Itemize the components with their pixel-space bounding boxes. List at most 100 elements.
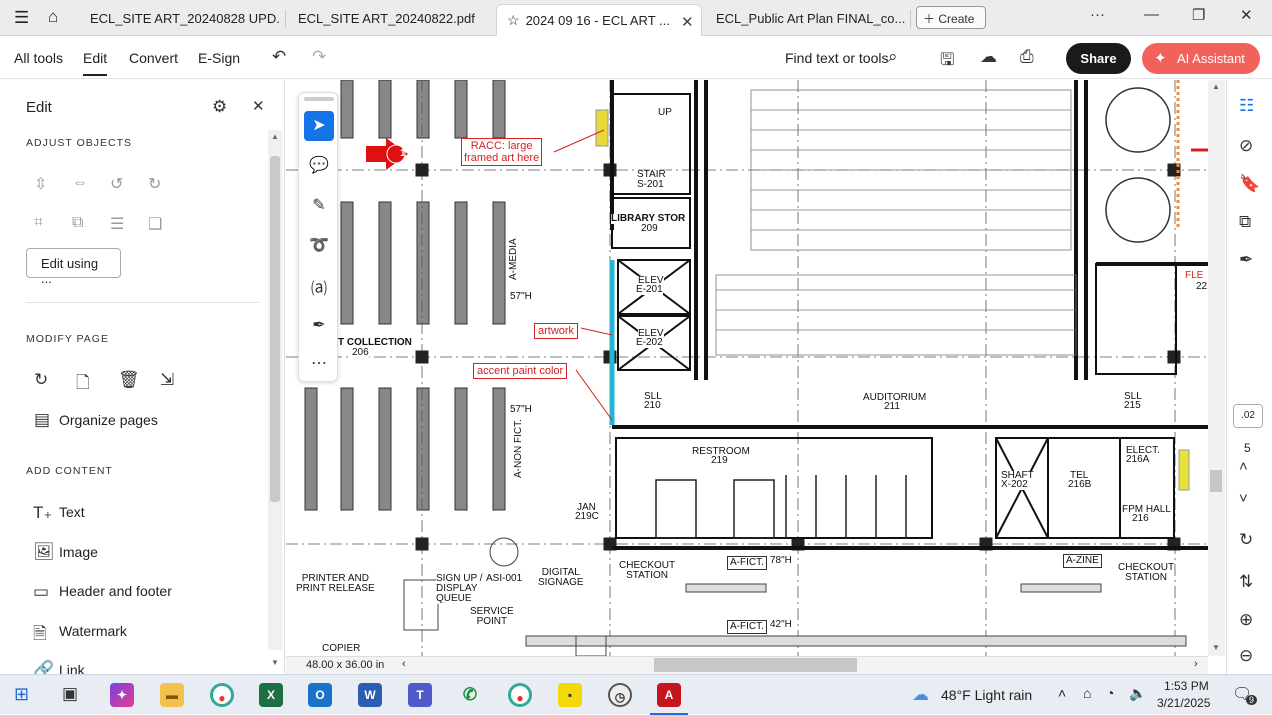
extract-page-icon[interactable]: ⇲ — [160, 370, 174, 390]
share-button[interactable]: Share — [1066, 43, 1131, 74]
select-tool-icon[interactable]: ➤ — [304, 111, 334, 141]
tab-2024-09-16-ecl-art[interactable]: ☆ 2024 09 16 - ECL ART ... ✕ — [496, 4, 702, 36]
acrobat-icon[interactable]: A — [657, 683, 681, 707]
page-down-icon[interactable]: ˅ — [1239, 490, 1248, 507]
draw-freehand-icon[interactable]: ➰ — [308, 235, 330, 257]
scroll-left-arrow-icon[interactable]: ‹ — [402, 658, 406, 670]
file-explorer-icon[interactable]: ▬ — [160, 683, 184, 707]
align-objects-icon[interactable]: ☰ — [110, 214, 124, 234]
minimize-icon[interactable]: — — [1144, 6, 1159, 23]
link-panel-icon[interactable]: ⊘ — [1239, 136, 1253, 156]
organize-pages-icon[interactable]: ▤ — [34, 410, 50, 430]
windows-start-icon[interactable]: ⊞ — [14, 684, 29, 705]
task-view-icon[interactable]: ▣ — [62, 684, 78, 704]
phone-icon[interactable]: ✆ — [458, 683, 482, 707]
volume-icon[interactable]: 🔈 — [1129, 685, 1146, 702]
flip-horizontal-icon[interactable]: ⇔ — [72, 174, 88, 192]
search-icon[interactable]: ⌕ — [888, 47, 898, 67]
watermark-item[interactable]: Watermark — [59, 623, 127, 639]
more-tools-icon[interactable]: ⋯ — [308, 353, 330, 375]
highlight-pen-icon[interactable]: ✎ — [308, 195, 330, 217]
artwork-annotation[interactable]: artwork — [534, 323, 579, 339]
edit-using-dropdown[interactable]: Edit using ... — [26, 248, 121, 286]
edit-menu[interactable]: Edit — [83, 50, 108, 76]
scroll-down-arrow-icon[interactable]: ▼ — [271, 658, 279, 667]
fill-sign-panel-icon[interactable]: ✒ — [1239, 250, 1253, 270]
accent-paint-annotation[interactable]: accent paint color — [473, 363, 568, 379]
wifi-icon[interactable]: ◔ — [1106, 685, 1114, 701]
horizontal-scroll-thumb[interactable] — [654, 658, 857, 672]
more-options-icon[interactable]: ··· — [1090, 6, 1105, 23]
chrome-profile-icon[interactable]: ● — [508, 683, 532, 707]
comment-icon[interactable]: 💬 — [308, 155, 330, 177]
add-text-icon[interactable]: T₊ — [33, 503, 52, 523]
scroll-right-arrow-icon[interactable]: › — [1194, 658, 1198, 670]
find-text-or-tools[interactable]: Find text or tools — [785, 50, 889, 66]
weather-cloud-icon[interactable]: ☁ — [912, 685, 929, 705]
tab-ecl-site-art-0828[interactable]: ECL_SITE ART_20240828 UPD... — [80, 4, 280, 34]
header-footer-item[interactable]: Header and footer — [59, 583, 172, 599]
scroll-up-arrow-icon[interactable]: ▲ — [271, 132, 279, 141]
esign-menu[interactable]: E-Sign — [198, 50, 240, 66]
zoom-out-icon[interactable]: ⊖ — [1239, 646, 1253, 666]
sign-icon[interactable]: ✒ — [308, 315, 330, 337]
add-image-item[interactable]: Image — [59, 544, 98, 560]
restore-icon[interactable]: ❐ — [1192, 6, 1205, 24]
copilot-icon[interactable]: ✦ — [110, 683, 134, 707]
delete-page-icon[interactable]: 🗑 — [118, 370, 140, 390]
close-panel-icon[interactable]: ✕ — [252, 97, 265, 115]
rotate-view-icon[interactable]: ↻ — [1239, 530, 1253, 550]
bookmark-panel-icon[interactable]: 🔖 — [1239, 174, 1260, 194]
weather-label[interactable]: 48°F Light rain — [941, 687, 1032, 703]
rotate-left-icon[interactable]: ↺ — [110, 174, 123, 194]
tab-public-art-plan[interactable]: ECL_Public Art Plan FINAL_co... — [706, 4, 906, 34]
text-box-icon[interactable]: ⒜ — [308, 275, 330, 298]
redo-icon[interactable]: ↷ — [312, 47, 326, 67]
clock-app-icon[interactable]: ◷ — [608, 683, 632, 707]
racc-annotation[interactable]: RACC: large framed art here — [461, 138, 543, 166]
arrange-objects-icon[interactable]: ❏ — [148, 214, 162, 234]
zoom-in-icon[interactable]: ⊕ — [1239, 610, 1253, 630]
close-window-icon[interactable]: ✕ — [1240, 6, 1253, 24]
vscroll-up-arrow-icon[interactable]: ▲ — [1212, 82, 1220, 91]
star-icon[interactable]: ☆ — [507, 12, 520, 28]
rotate-right-icon[interactable]: ↻ — [148, 174, 161, 194]
document-vertical-scrollbar[interactable] — [1208, 80, 1225, 656]
excel-icon[interactable]: X — [259, 683, 283, 707]
document-canvas[interactable]: 1 RACC: large framed art here artwork ac… — [286, 80, 1208, 656]
close-tab-icon[interactable]: ✕ — [681, 13, 694, 31]
rotate-page-icon[interactable]: ↻ — [34, 370, 48, 390]
add-image-icon[interactable]: 🖼 — [33, 542, 55, 562]
home-icon[interactable]: ⌂ — [48, 7, 58, 27]
upload-cloud-icon[interactable]: ☁ — [980, 47, 997, 67]
page-up-icon[interactable]: ˄ — [1239, 458, 1248, 475]
watermark-icon[interactable]: 🗎 — [33, 621, 47, 650]
print-icon[interactable]: ⎙ — [1020, 47, 1034, 67]
vertical-scroll-thumb[interactable] — [1210, 470, 1222, 492]
insert-page-icon[interactable]: 🗋 — [76, 370, 90, 399]
replace-image-icon[interactable]: ⧉ — [72, 214, 83, 232]
flip-vertical-icon[interactable]: ⇳ — [34, 174, 47, 194]
chrome-icon[interactable]: ● — [210, 683, 234, 707]
tab-ecl-site-art-0822[interactable]: ECL_SITE ART_20240822.pdf — [288, 4, 488, 34]
scroll-mode-icon[interactable]: ⇅ — [1239, 572, 1253, 592]
show-hidden-icons-icon[interactable]: ˄ — [1058, 685, 1066, 701]
clock-date[interactable]: 3/21/2025 — [1157, 696, 1210, 710]
undo-icon[interactable]: ↶ — [272, 47, 286, 67]
convert-menu[interactable]: Convert — [129, 50, 178, 66]
vscroll-down-arrow-icon[interactable]: ▼ — [1212, 643, 1220, 652]
settings-gear-icon[interactable]: ⚙ — [212, 97, 227, 117]
comment-panel-icon[interactable]: ☷ — [1239, 96, 1254, 116]
word-icon[interactable]: W — [358, 683, 382, 707]
panel-scroll-thumb[interactable] — [270, 156, 280, 502]
outlook-icon[interactable]: O — [308, 683, 332, 707]
add-text-item[interactable]: Text — [59, 504, 85, 520]
network-icon[interactable]: ⌂ — [1083, 685, 1091, 701]
create-button[interactable]: ＋ Create — [916, 6, 986, 29]
organize-pages-item[interactable]: Organize pages — [59, 412, 158, 428]
toolbar-grip[interactable] — [304, 97, 334, 101]
ai-assistant-button[interactable]: ✦ AI Assistant — [1142, 43, 1260, 74]
save-icon[interactable]: 🖫 — [940, 47, 954, 76]
page-number-input[interactable]: .02 — [1233, 404, 1263, 428]
clock-time[interactable]: 1:53 PM — [1164, 679, 1209, 693]
